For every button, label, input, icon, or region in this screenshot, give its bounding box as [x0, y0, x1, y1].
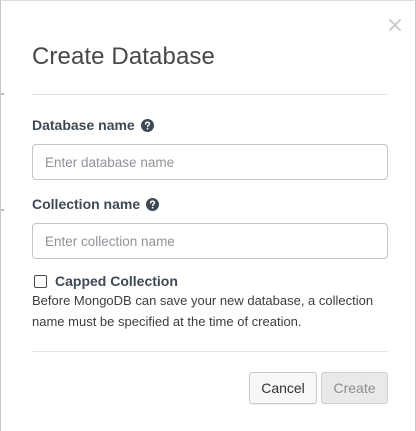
create-button[interactable]: Create — [321, 372, 388, 404]
close-icon[interactable] — [387, 17, 403, 33]
backdrop-edge-mark — [1, 209, 4, 211]
create-database-modal: Create Database Database name Collection… — [0, 0, 416, 431]
database-name-label: Database name — [32, 117, 154, 133]
footer-divider — [32, 351, 388, 352]
collection-name-input[interactable] — [32, 223, 388, 259]
cancel-button[interactable]: Cancel — [249, 372, 317, 404]
collection-name-label: Collection name — [32, 196, 160, 212]
database-name-input[interactable] — [32, 144, 388, 180]
capped-collection-label: Capped Collection — [55, 273, 178, 289]
help-icon[interactable] — [140, 118, 154, 132]
modal-title: Create Database — [32, 43, 215, 70]
backdrop-edge-mark — [1, 93, 4, 95]
header-divider — [32, 94, 388, 95]
creation-note: Before MongoDB can save your new databas… — [32, 293, 374, 329]
database-name-label-text: Database name — [32, 117, 135, 133]
capped-collection-option[interactable]: Capped Collection — [34, 273, 178, 289]
collection-name-label-text: Collection name — [32, 196, 141, 212]
capped-collection-checkbox[interactable] — [34, 274, 47, 288]
help-icon[interactable] — [146, 197, 160, 211]
